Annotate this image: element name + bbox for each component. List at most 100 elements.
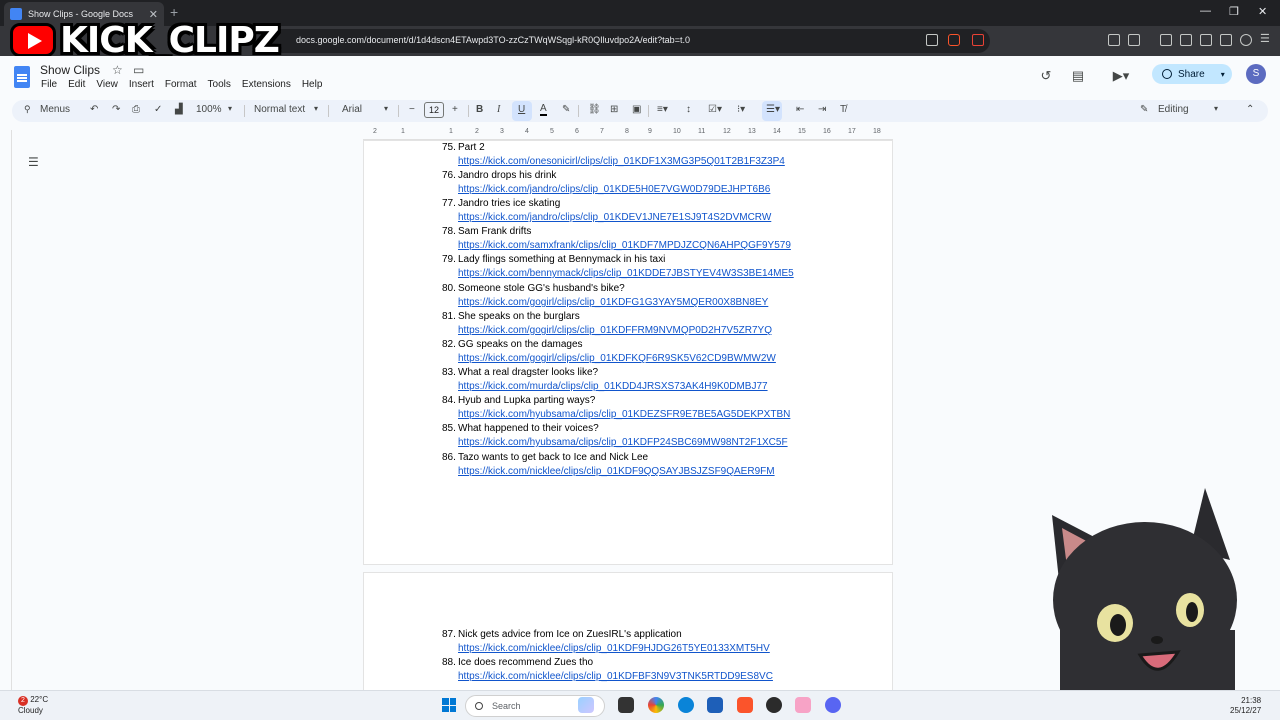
numbered-list-icon[interactable]: ☰▾ [766, 104, 780, 115]
ruler-mark: 2 [475, 128, 479, 135]
rewards-icon[interactable] [972, 34, 984, 46]
menu-edit[interactable]: Edit [68, 79, 85, 90]
extensions-icon[interactable] [1108, 34, 1120, 46]
move-folder-icon[interactable]: ▭ [133, 63, 144, 77]
line-spacing-icon[interactable]: ↕ [686, 104, 691, 115]
style-select[interactable]: Normal text [254, 104, 305, 115]
clip-link[interactable]: https://kick.com/bennymack/clips/clip_01… [458, 267, 794, 280]
clip-link[interactable]: https://kick.com/gogirl/clips/clip_01KDF… [458, 324, 772, 337]
clip-link[interactable]: https://kick.com/jandro/clips/clip_01KDE… [458, 211, 771, 224]
clip-link[interactable]: https://kick.com/jandro/clips/clip_01KDE… [458, 183, 770, 196]
collapse-menus-icon[interactable]: ⌃ [1246, 104, 1254, 115]
search-menus[interactable]: Menus [40, 104, 70, 115]
clip-link[interactable]: https://kick.com/gogirl/clips/clip_01KDF… [458, 296, 768, 309]
document-outline-icon[interactable]: ☰ [28, 155, 42, 169]
underline-icon[interactable]: U [518, 104, 525, 115]
share-button[interactable]: Share ▾ [1152, 64, 1232, 84]
download-icon[interactable] [1220, 34, 1232, 46]
list-item: 78. Sam Frank drifts https://kick.com/samx… [442, 225, 791, 252]
menu-format[interactable]: Format [165, 79, 197, 90]
discord-icon[interactable] [825, 697, 841, 713]
spellcheck-icon[interactable]: ✓ [154, 104, 162, 115]
link-icon[interactable]: ⛓ [588, 104, 601, 115]
edge-icon[interactable] [678, 697, 694, 713]
clip-link[interactable]: https://kick.com/nicklee/clips/clip_01KD… [458, 670, 773, 683]
checklist-icon[interactable]: ☑▾ [708, 104, 722, 115]
menu-file[interactable]: File [41, 79, 57, 90]
chrome-icon[interactable] [648, 697, 664, 713]
clip-link[interactable]: https://kick.com/onesonicirl/clips/clip_… [458, 155, 785, 168]
vpn-icon[interactable] [1240, 34, 1252, 46]
bold-icon[interactable]: B [476, 104, 483, 115]
maximize-icon[interactable]: ❐ [1229, 5, 1239, 18]
decrease-font-icon[interactable]: − [409, 104, 415, 115]
style-dropdown-icon[interactable]: ▾ [314, 104, 318, 113]
increase-font-icon[interactable]: + [452, 104, 458, 115]
sidebar-icon[interactable] [1180, 34, 1192, 46]
highlight-icon[interactable]: ✎ [562, 104, 570, 115]
comments-icon[interactable]: ▤ [1070, 68, 1086, 84]
zoom-select[interactable]: 100% [196, 104, 222, 115]
widget-icon[interactable] [578, 697, 594, 713]
app-icon[interactable] [795, 697, 811, 713]
minimize-icon[interactable]: — [1200, 5, 1211, 17]
clip-link[interactable]: https://kick.com/samxfrank/clips/clip_01… [458, 239, 791, 252]
start-icon[interactable] [442, 698, 456, 712]
task-view-icon[interactable] [618, 697, 634, 713]
meet-icon[interactable]: ▶▾ [1108, 68, 1134, 84]
undo-icon[interactable]: ↶ [90, 104, 98, 115]
list-item: 80. Someone stole GG's husband's bike? htt… [442, 282, 768, 309]
paint-format-icon[interactable]: ▟ [175, 104, 183, 115]
align-icon[interactable]: ≡▾ [657, 104, 668, 115]
screenshot-icon[interactable] [1128, 34, 1140, 46]
store-icon[interactable] [707, 697, 723, 713]
clip-link[interactable]: https://kick.com/gogirl/clips/clip_01KDF… [458, 352, 776, 365]
close-window-icon[interactable]: ✕ [1258, 5, 1267, 18]
italic-icon[interactable]: I [497, 104, 500, 115]
clear-formatting-icon[interactable]: T̸ [840, 104, 846, 115]
clip-link[interactable]: https://kick.com/murda/clips/clip_01KDD4… [458, 380, 768, 393]
app-icon[interactable] [766, 697, 782, 713]
star-icon[interactable]: ☆ [112, 63, 123, 77]
menu-insert[interactable]: Insert [129, 79, 154, 90]
insert-image-icon[interactable]: ▣ [632, 104, 641, 115]
system-clock[interactable]: 21:38 25/12/27 [1230, 696, 1261, 716]
share-dropdown-icon[interactable]: ▾ [1221, 70, 1225, 79]
menu-extensions[interactable]: Extensions [242, 79, 291, 90]
menu-tools[interactable]: Tools [208, 79, 231, 90]
version-history-icon[interactable]: ↺ [1038, 68, 1054, 84]
menu-help[interactable]: Help [302, 79, 323, 90]
add-comment-icon[interactable]: ⊞ [610, 104, 618, 115]
font-size-input[interactable]: 12 [424, 102, 444, 118]
brave-shield-icon[interactable] [948, 34, 960, 46]
font-select[interactable]: Arial [342, 104, 362, 115]
divider [398, 105, 399, 117]
font-dropdown-icon[interactable]: ▾ [384, 104, 388, 113]
clip-link[interactable]: https://kick.com/hyubsama/clips/clip_01K… [458, 408, 790, 421]
clip-link[interactable]: https://kick.com/nicklee/clips/clip_01KD… [458, 465, 775, 478]
weather-widget[interactable]: 2 22°C Cloudy [18, 695, 48, 716]
print-icon[interactable]: ⎙ [132, 104, 140, 115]
docs-logo-icon[interactable] [14, 66, 30, 88]
wallet-icon[interactable] [1200, 34, 1212, 46]
mode-dropdown-icon[interactable]: ▾ [1214, 104, 1218, 113]
menu-view[interactable]: View [96, 79, 118, 90]
url-field[interactable]: docs.google.com/document/d/1d4dscn4ETAwp… [270, 29, 990, 53]
decrease-indent-icon[interactable]: ⇤ [796, 104, 804, 115]
search-icon[interactable]: ⚲ [24, 104, 31, 115]
increase-indent-icon[interactable]: ⇥ [818, 104, 826, 115]
brave-icon[interactable] [737, 697, 753, 713]
media-icon[interactable] [1160, 34, 1172, 46]
share-page-icon[interactable] [926, 34, 938, 46]
mode-select[interactable]: Editing [1158, 104, 1189, 115]
redo-icon[interactable]: ↷ [112, 104, 120, 115]
ruler-mark: 17 [848, 128, 856, 135]
clip-link[interactable]: https://kick.com/hyubsama/clips/clip_01K… [458, 436, 788, 449]
document-title[interactable]: Show Clips [40, 63, 100, 77]
text-color-icon[interactable]: A [540, 104, 547, 116]
avatar[interactable]: S [1246, 64, 1266, 84]
clip-link[interactable]: https://kick.com/nicklee/clips/clip_01KD… [458, 642, 770, 655]
zoom-dropdown-icon[interactable]: ▾ [228, 104, 232, 113]
browser-menu-icon[interactable]: ☰ [1260, 32, 1272, 45]
bullet-list-icon[interactable]: ⁝▾ [737, 104, 745, 115]
